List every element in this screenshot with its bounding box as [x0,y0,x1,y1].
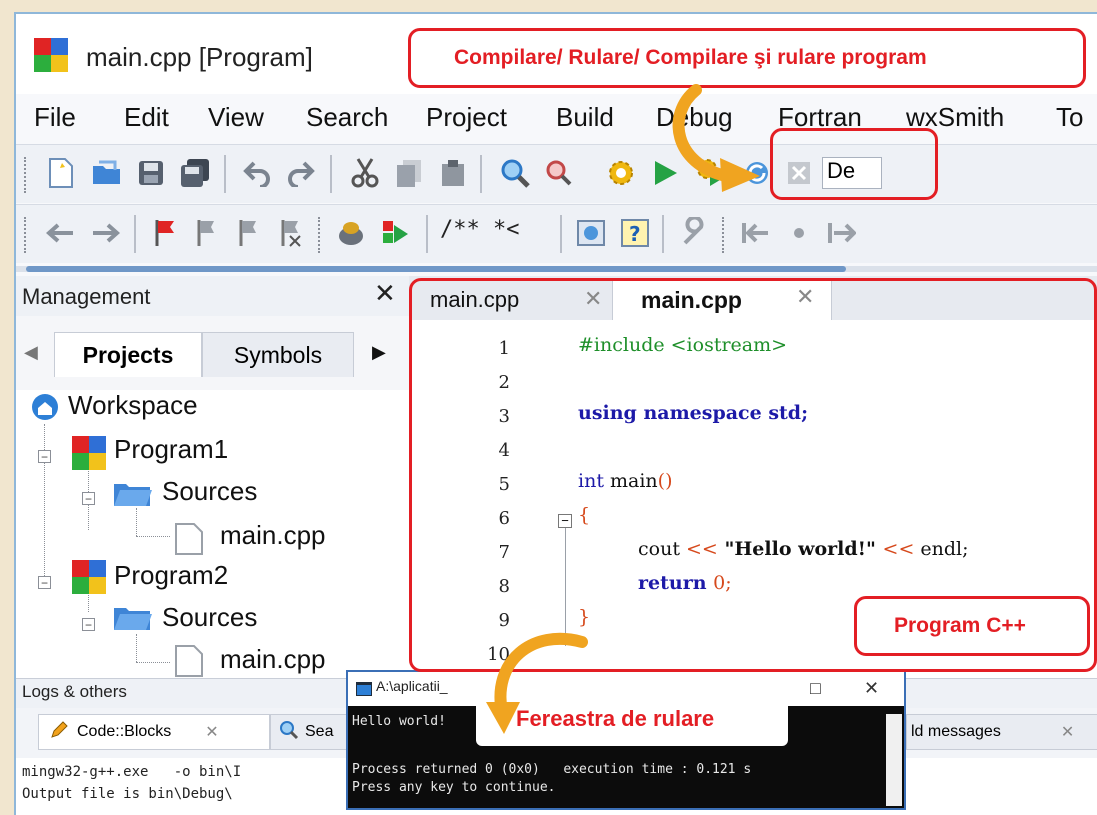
paste-icon[interactable] [434,154,472,192]
jump-forward-icon[interactable] [822,214,860,252]
tab-scroll-right-icon[interactable]: ▶ [372,342,386,363]
debug-continue-icon[interactable] [376,214,414,252]
log-line: Output file is bin\Debug\ [22,786,233,802]
tab-close-icon[interactable]: ✕ [205,722,218,742]
console-app-icon [356,682,372,701]
search-icon [279,720,299,745]
callout-compile-run-text: Compilare/ Rulare/ Compilare şi rulare p… [454,46,927,69]
jump-back-icon[interactable] [736,214,774,252]
log-line: mingw32-g++.exe -o bin\I [22,764,242,780]
bookmark-flag-icon[interactable] [146,214,184,252]
tab-scroll-left-icon[interactable]: ◀ [24,342,38,363]
management-close-icon[interactable]: ✕ [374,278,396,309]
console-line: Hello world! [352,714,446,729]
tree-connector [136,662,170,663]
log-tab-label: Sea [305,723,334,740]
pencil-icon [49,720,69,745]
tree-program1[interactable]: Program1 [114,434,228,465]
copy-icon[interactable] [390,154,428,192]
toolbar-grip[interactable] [24,157,30,193]
save-all-icon[interactable] [176,154,214,192]
callout-program-text: Program C++ [894,614,1026,637]
tree-file-main-2[interactable]: main.cpp [220,644,326,675]
project-icon [72,560,106,599]
console-scrollbar[interactable] [886,714,902,806]
menu-project[interactable]: Project [426,102,507,133]
console-title: A:\aplicatii_ [376,678,448,694]
toolbar-grip[interactable] [24,217,30,253]
collapse-icon[interactable]: − [38,576,51,589]
breakpoint-dot-icon[interactable] [780,214,818,252]
log-tab-codeblocks[interactable]: Code::Blocks ✕ [38,714,270,750]
cut-icon[interactable] [346,154,384,192]
management-title: Management [22,284,151,309]
find-icon[interactable] [496,154,534,192]
log-tab-label: ld messages [911,723,1001,740]
doxygen-comment-button[interactable]: /** *< [440,217,519,242]
arrow-to-console [486,632,588,734]
tree-connector [44,424,45,584]
arrow-to-run-buttons [672,84,760,192]
build-gear-icon[interactable] [602,154,640,192]
toolbar-grip[interactable] [318,217,324,253]
toolbar-scroll-thumb[interactable] [26,266,846,272]
menu-tools[interactable]: To [1056,102,1083,133]
folder-icon [112,604,154,637]
menu-build[interactable]: Build [556,102,614,133]
console-line: Press any key to continue. [352,780,556,795]
tree-workspace[interactable]: Workspace [68,390,198,421]
html-doc-icon[interactable] [572,214,610,252]
replace-icon[interactable] [540,154,578,192]
callout-run-buttons [770,128,938,200]
collapse-icon[interactable]: − [82,618,95,631]
wrench-icon[interactable] [676,214,714,252]
menu-edit[interactable]: Edit [124,102,169,133]
open-file-icon[interactable] [88,154,126,192]
forward-arrow-icon[interactable] [86,214,124,252]
log-tab-label: Code::Blocks [77,723,172,740]
file-icon [172,522,206,561]
log-tab-build-messages[interactable]: ld messages ✕ [906,714,1097,750]
svg-text:?: ? [629,222,641,246]
codeblocks-window: main.cpp [Program] File Edit View Search… [14,12,1097,815]
prev-bookmark-icon[interactable] [188,214,226,252]
tab-symbols[interactable]: Symbols [202,332,354,377]
console-maximize-icon[interactable]: □ [810,678,821,699]
folder-icon [112,480,154,513]
debug-toolbar: /** *< ? [16,204,1097,263]
debug-icon[interactable] [332,214,370,252]
menu-file[interactable]: File [34,102,76,133]
back-arrow-icon[interactable] [42,214,80,252]
toolbar-grip[interactable] [722,217,728,253]
tab-close-icon[interactable]: ✕ [1061,722,1074,742]
tree-sources-2[interactable]: Sources [162,602,257,633]
menu-search[interactable]: Search [306,102,388,133]
undo-icon[interactable] [238,154,276,192]
collapse-icon[interactable]: − [38,450,51,463]
window-title: main.cpp [Program] [86,42,313,72]
project-icon [72,436,106,475]
tree-connector [136,634,137,662]
collapse-icon[interactable]: − [82,492,95,505]
clear-bookmarks-icon[interactable] [272,214,310,252]
tree-connector [136,536,170,537]
logs-title: Logs & others [22,682,127,701]
console-line: Process returned 0 (0x0) execution time … [352,762,752,777]
save-icon[interactable] [132,154,170,192]
help-icon[interactable]: ? [616,214,654,252]
tree-file-main-1[interactable]: main.cpp [220,520,326,551]
tree-program2[interactable]: Program2 [114,560,228,591]
codeblocks-app-icon [34,38,68,72]
tab-projects[interactable]: Projects [54,332,202,377]
redo-icon[interactable] [282,154,320,192]
tree-sources-1[interactable]: Sources [162,476,257,507]
menu-view[interactable]: View [208,102,264,133]
next-bookmark-icon[interactable] [230,214,268,252]
console-close-icon[interactable]: ✕ [864,678,879,699]
new-file-icon[interactable] [42,154,80,192]
workspace-icon [30,392,60,427]
